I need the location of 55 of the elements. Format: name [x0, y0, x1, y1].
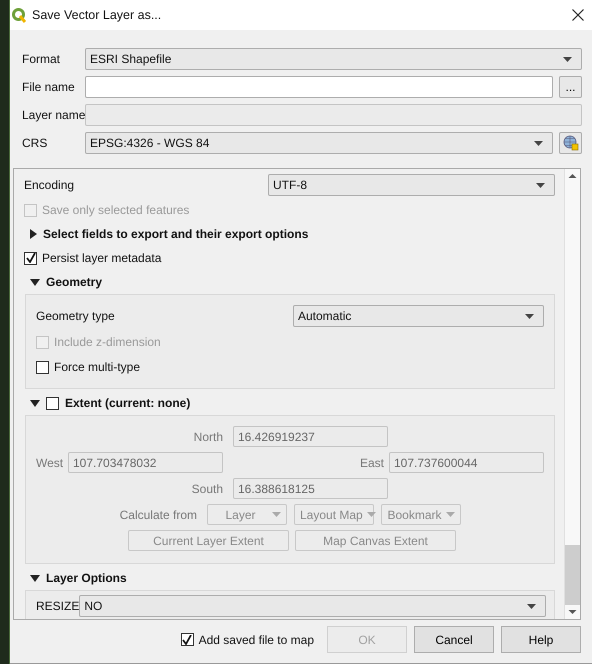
field-label: West [36, 456, 63, 470]
window-title: Save Vector Layer as... [32, 8, 162, 22]
caret-down-icon [446, 512, 455, 517]
section-title[interactable]: Extent (current: none) [65, 396, 190, 410]
dropdown[interactable]: Automatic [293, 305, 544, 327]
check-icon [182, 634, 192, 644]
close-icon[interactable] [572, 9, 584, 21]
field-label: CRS [22, 136, 48, 150]
caret-down-icon [534, 140, 543, 146]
checkbox[interactable] [46, 396, 59, 410]
field-label: Calculate from [118, 508, 197, 522]
caret-down-icon [563, 56, 572, 62]
field-label: File name [22, 80, 76, 94]
checkbox[interactable] [24, 252, 37, 264]
field-label: RESIZE [36, 599, 80, 613]
field-label: East [360, 456, 384, 470]
caret-down-icon [536, 182, 545, 188]
dropdown[interactable]: NO [79, 595, 546, 617]
section-title[interactable]: Geometry [46, 275, 102, 289]
checkbox[interactable] [180, 633, 194, 646]
scrollbar[interactable] [564, 169, 580, 619]
dropdown[interactable]: UTF-8 [268, 174, 555, 196]
crs-select-button[interactable] [559, 132, 582, 154]
field-label: North [192, 430, 223, 444]
caret-down-icon [527, 604, 536, 608]
section-title[interactable]: Layer Options [46, 571, 127, 585]
dialog-button[interactable]: Cancel [414, 626, 494, 653]
logo-icon [12, 8, 26, 22]
checkbox-label: Include z-dimension [54, 335, 161, 349]
dropdown[interactable]: EPSG:4326 - WGS 84 [85, 132, 553, 154]
triangle-down-icon[interactable] [30, 400, 40, 406]
checkbox-label: Force multi-type [54, 360, 140, 374]
triangle-down-icon[interactable] [30, 574, 40, 582]
check-icon [26, 253, 36, 263]
field-label: South [190, 482, 223, 496]
globe-icon [562, 135, 578, 151]
dialog-button[interactable]: Help [501, 626, 581, 653]
dropdown[interactable]: ESRI Shapefile [85, 48, 582, 70]
field-label: Format [22, 52, 62, 66]
field-label: Layer name [22, 108, 85, 122]
triangle-right-icon[interactable] [30, 229, 37, 239]
triangle-down-icon[interactable] [30, 278, 40, 286]
file-name-field[interactable] [85, 76, 553, 98]
checkbox-label: Save only selected features [42, 203, 190, 217]
checkbox-label: Add saved file to map [198, 632, 314, 646]
checkbox-label: Persist layer metadata [42, 251, 162, 265]
scrollbar-thumb[interactable] [565, 545, 580, 605]
caret-down-icon [525, 314, 534, 318]
browse-button[interactable]: ... [559, 76, 582, 98]
caret-down-icon [366, 512, 376, 517]
caret-down-icon [272, 512, 281, 517]
checkbox[interactable] [36, 360, 49, 374]
field-label: Geometry type [36, 309, 116, 323]
field-label: Encoding [24, 178, 76, 192]
section-title[interactable]: Select fields to export and their export options [43, 227, 308, 241]
